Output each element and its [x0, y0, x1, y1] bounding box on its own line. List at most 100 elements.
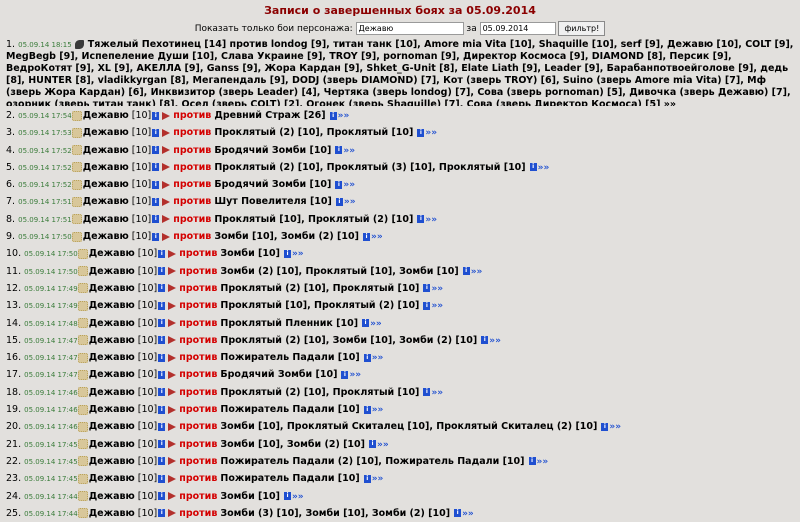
battle-log-link[interactable]: »» [462, 509, 474, 519]
info-icon[interactable]: i [158, 301, 166, 310]
character-filter-input[interactable] [355, 22, 464, 35]
row-opponents[interactable]: Проклятый (2) [10], Проклятый (3) [10], … [214, 162, 525, 173]
info-icon[interactable]: i [529, 163, 537, 172]
row-opponents[interactable]: Бродячий Зомби [10] [214, 145, 331, 156]
filter-button[interactable]: фильтр! [558, 21, 606, 36]
battle-log-link[interactable]: »» [431, 284, 443, 294]
row-attacker[interactable]: Дежавю [89, 266, 135, 277]
battle-log-link[interactable]: »» [431, 301, 443, 311]
row-attacker[interactable]: Дежавю [89, 491, 135, 502]
row-opponents[interactable]: Древний Страж [26] [214, 110, 325, 121]
row-attacker[interactable]: Дежавю [83, 179, 129, 190]
info-icon[interactable]: i [158, 336, 166, 345]
info-icon[interactable]: i [158, 492, 166, 501]
row-opponents[interactable]: Бродячий Зомби [10] [220, 369, 337, 380]
row-attacker[interactable]: Дежавю [89, 421, 135, 432]
row-opponents[interactable]: Пожиратель Падали [10] [220, 473, 359, 484]
info-icon[interactable]: i [158, 370, 166, 379]
info-icon[interactable]: i [158, 509, 166, 518]
row-attacker[interactable]: Дежавю [83, 145, 129, 156]
row-opponents[interactable]: Зомби (3) [10], Зомби [10], Зомби (2) [1… [220, 508, 450, 519]
info-icon[interactable]: i [417, 128, 425, 137]
row-opponents[interactable]: Пожиратель Падали (2) [10], Пожиратель П… [220, 456, 524, 467]
row-attacker[interactable]: Дежавю [89, 456, 135, 467]
info-icon[interactable]: i [283, 249, 291, 258]
battle-log-link[interactable]: »» [343, 180, 355, 190]
info-icon[interactable]: i [158, 319, 166, 328]
info-icon[interactable]: i [158, 267, 166, 276]
info-icon[interactable]: i [462, 267, 470, 276]
battle-log-link[interactable]: »» [372, 474, 384, 484]
row-opponents[interactable]: Зомби [10] [220, 491, 280, 502]
info-icon[interactable]: i [283, 492, 291, 501]
row-attacker[interactable]: Дежавю [83, 110, 129, 121]
row-attacker[interactable]: Дежавю [89, 352, 135, 363]
info-icon[interactable]: i [158, 440, 166, 449]
info-icon[interactable]: i [423, 301, 431, 310]
info-icon[interactable]: i [158, 474, 166, 483]
row-opponents[interactable]: Зомби [10], Зомби (2) [10] [220, 439, 365, 450]
battle-log-link[interactable]: »» [349, 370, 361, 380]
date-filter-input[interactable] [479, 22, 556, 35]
row-attacker[interactable]: Дежавю [89, 508, 135, 519]
battle-log-link[interactable]: »» [292, 492, 304, 502]
battle-log-link[interactable]: »» [425, 128, 437, 138]
row-opponents[interactable]: Пожиратель Падали [10] [220, 352, 359, 363]
row-attacker[interactable]: Дежавю [89, 387, 135, 398]
battle-log-link[interactable]: »» [372, 353, 384, 363]
info-icon[interactable]: i [369, 440, 377, 449]
info-icon[interactable]: i [152, 180, 160, 189]
info-icon[interactable]: i [152, 146, 160, 155]
battle-log-link[interactable]: »» [344, 197, 356, 207]
row-opponents[interactable]: Зомби [10], Зомби (2) [10] [214, 231, 359, 242]
info-icon[interactable]: i [152, 111, 160, 120]
info-icon[interactable]: i [152, 128, 160, 137]
row-attacker[interactable]: Дежавю [83, 214, 129, 225]
row-opponents[interactable]: Зомби (2) [10], Проклятый [10], Зомби [1… [220, 266, 458, 277]
battle-log-link[interactable]: »» [371, 232, 383, 242]
info-icon[interactable]: i [335, 197, 343, 206]
battle-log-link[interactable]: »» [343, 146, 355, 156]
info-icon[interactable]: i [335, 180, 343, 189]
row-opponents[interactable]: Проклятый (2) [10], Проклятый [10] [220, 387, 419, 398]
row-opponents[interactable]: Проклятый (2) [10], Проклятый [10] [214, 127, 413, 138]
info-icon[interactable]: i [363, 405, 371, 414]
row-attacker[interactable]: Дежавю [89, 335, 135, 346]
battle-log-link[interactable]: »» [425, 215, 437, 225]
row-opponents[interactable]: Проклятый [10], Проклятый (2) [10] [220, 300, 419, 311]
battle-log-link[interactable]: »» [471, 267, 483, 277]
row-opponents[interactable]: Зомби [10] [220, 248, 280, 259]
info-icon[interactable]: i [481, 336, 489, 345]
row-attacker[interactable]: Дежавю [83, 162, 129, 173]
entry-participants[interactable]: Тяжелый Пехотинец [14] против londog [9]… [6, 39, 793, 106]
row-attacker[interactable]: Дежавю [83, 196, 129, 207]
info-icon[interactable]: i [158, 457, 166, 466]
info-icon[interactable]: i [528, 457, 536, 466]
info-icon[interactable]: i [158, 353, 166, 362]
info-icon[interactable]: i [158, 249, 166, 258]
info-icon[interactable]: i [158, 422, 166, 431]
info-icon[interactable]: i [363, 353, 371, 362]
info-icon[interactable]: i [335, 146, 343, 155]
row-attacker[interactable]: Дежавю [89, 318, 135, 329]
row-opponents[interactable]: Проклятый Пленник [10] [220, 318, 358, 329]
battle-log-link[interactable]: »» [431, 388, 443, 398]
row-opponents[interactable]: Зомби [10], Проклятый Скиталец [10], Про… [220, 421, 597, 432]
info-icon[interactable]: i [158, 405, 166, 414]
info-icon[interactable]: i [362, 319, 370, 328]
battle-log-link[interactable]: »» [489, 336, 501, 346]
row-opponents[interactable]: Проклятый (2) [10], Проклятый [10] [220, 283, 419, 294]
row-attacker[interactable]: Дежавю [89, 473, 135, 484]
row-attacker[interactable]: Дежавю [83, 231, 129, 242]
info-icon[interactable]: i [152, 197, 160, 206]
battle-log-link[interactable]: »» [537, 457, 549, 467]
row-opponents[interactable]: Проклятый (2) [10], Зомби [10], Зомби (2… [220, 335, 477, 346]
info-icon[interactable]: i [417, 215, 425, 224]
row-opponents[interactable]: Пожиратель Падали [10] [220, 404, 359, 415]
row-opponents[interactable]: Бродячий Зомби [10] [214, 179, 331, 190]
row-opponents[interactable]: Шут Повелителя [10] [214, 196, 332, 207]
battle-log-link[interactable]: »» [338, 111, 350, 121]
battle-log-link[interactable]: »» [377, 440, 389, 450]
battle-log-link[interactable]: »» [292, 249, 304, 259]
info-icon[interactable]: i [158, 388, 166, 397]
